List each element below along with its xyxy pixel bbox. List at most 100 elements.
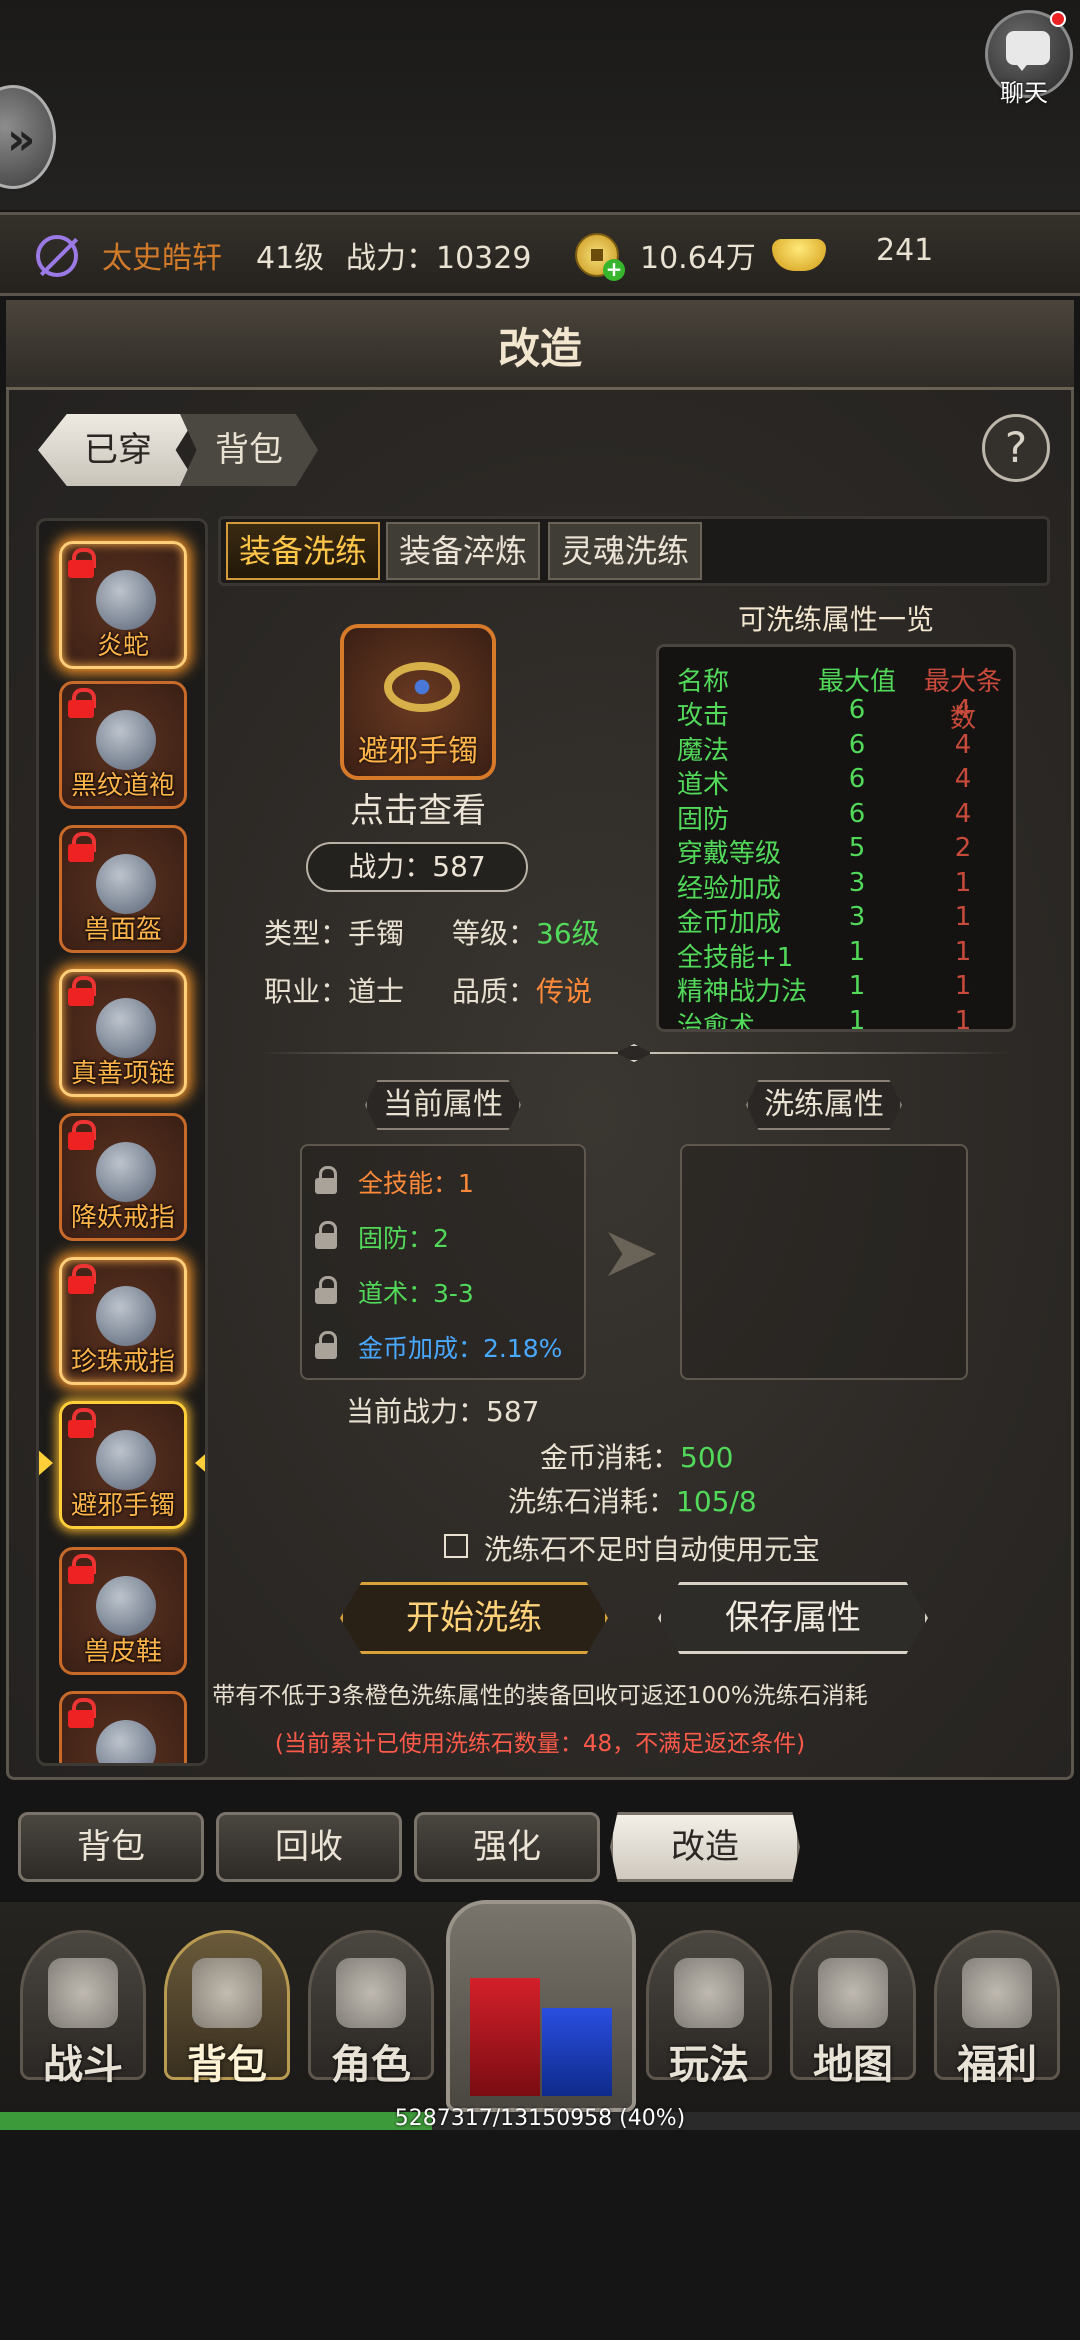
attr-max: 5 xyxy=(848,833,866,863)
equipment-icon xyxy=(96,854,156,914)
equipment-icon xyxy=(96,1286,156,1346)
panel-title: 改造 xyxy=(497,324,582,373)
item-job: 职业：道士 xyxy=(264,970,404,1010)
attr-table-title: 可洗练属性一览 xyxy=(737,603,934,636)
add-gold-icon[interactable]: + xyxy=(603,259,625,281)
nav-play[interactable]: 玩法 xyxy=(644,1930,774,2108)
equipment-slot[interactable]: 兽面盔 xyxy=(59,825,187,953)
attr-max-count: 4 xyxy=(954,764,972,794)
equipment-slot[interactable]: 真善项链 xyxy=(59,969,187,1097)
nav-role[interactable]: 角色 xyxy=(306,1930,436,2108)
save-attr-button[interactable]: 保存属性 xyxy=(658,1582,928,1654)
tab-bottom-reforge[interactable]: 改造 xyxy=(610,1812,800,1882)
attr-max: 6 xyxy=(848,798,866,829)
attr-max-count: 1 xyxy=(954,1005,972,1032)
lock-toggle-icon[interactable] xyxy=(314,1331,340,1361)
type-value: 手镯 xyxy=(348,917,405,950)
equipment-slot[interactable]: 炎蛇 xyxy=(59,541,187,669)
tab-bag[interactable]: 背包 xyxy=(180,414,318,486)
sword-icon xyxy=(674,1958,744,2028)
attr-max: 6 xyxy=(848,729,866,760)
attr-max-count: 1 xyxy=(954,867,972,898)
quality-label: 品质： xyxy=(452,975,537,1008)
character-crest-icon xyxy=(336,1958,406,2028)
attr-table-row: 固防 6 4 xyxy=(677,798,1007,835)
nav-battle-label: 战斗 xyxy=(43,2042,123,2088)
view-hint[interactable]: 点击查看 xyxy=(300,783,536,832)
selected-item-icon[interactable]: 避邪手镯 xyxy=(340,624,496,780)
gold-amount: 10.64万 xyxy=(640,241,756,276)
equipment-name: 黑纹道袍 xyxy=(70,771,175,801)
ingot-icon xyxy=(772,239,826,271)
attr-table[interactable]: 名称 最大值 最大条数 攻击 6 4 魔法 6 4 道术 6 4 固防 6 4 穿戴等级 5 2 经验加成 3 1… xyxy=(656,644,1016,1032)
attr-max: 3 xyxy=(848,902,866,932)
attr-max-count: 4 xyxy=(954,729,972,760)
attr-max-count: 4 xyxy=(954,798,972,829)
attr-max: 1 xyxy=(848,971,866,1001)
equipment-slot[interactable]: 降妖戒指 xyxy=(59,1113,187,1241)
chat-button[interactable]: 聊天 xyxy=(985,10,1073,107)
job-label: 职业： xyxy=(264,975,349,1008)
tab-bottom-enhance[interactable]: 强化 xyxy=(414,1812,600,1882)
item-type: 类型：手镯 xyxy=(264,912,404,952)
equipment-slot[interactable]: 避邪手镯 xyxy=(59,1401,187,1529)
lock-toggle-icon[interactable] xyxy=(314,1276,340,1306)
lock-icon xyxy=(66,688,96,718)
lock-icon xyxy=(66,832,96,862)
double-chevron-icon: » xyxy=(7,114,36,165)
player-name: 太史皓轩 xyxy=(102,241,222,276)
tab-bottom-recycle[interactable]: 回收 xyxy=(216,1812,402,1882)
nav-welfare[interactable]: 福利 xyxy=(932,1930,1062,2108)
lock-toggle-icon[interactable] xyxy=(314,1221,340,1251)
current-attr-title-text: 当前属性 xyxy=(365,1080,521,1130)
nav-battle[interactable]: 战斗 xyxy=(18,1930,148,2108)
lock-toggle-icon[interactable] xyxy=(314,1166,340,1196)
attr-name: 穿戴等级 xyxy=(677,839,782,869)
nav-welfare-label: 福利 xyxy=(957,2042,1037,2088)
attr-table-row: 全技能+1 1 1 xyxy=(677,937,1007,973)
auto-use-label[interactable]: 洗练石不足时自动使用元宝 xyxy=(484,1528,820,1568)
nav-map[interactable]: 地图 xyxy=(788,1930,918,2108)
tab-worn[interactable]: 已穿 xyxy=(38,414,198,486)
equipment-icon xyxy=(96,710,156,770)
equipment-slot[interactable]: 珍珠戒指 xyxy=(59,1257,187,1385)
equipment-slot[interactable]: 兽皮鞋 xyxy=(59,1547,187,1675)
gold-cost-value: 500 xyxy=(680,1441,734,1474)
lock-icon xyxy=(66,976,96,1006)
stone-cost-value: 105/8 xyxy=(676,1485,757,1518)
equipment-name: 真善项链 xyxy=(70,1059,175,1089)
nav-bag[interactable]: 背包 xyxy=(162,1930,292,2108)
crossed-swords-icon xyxy=(48,1958,118,2028)
player-level: 41级 xyxy=(256,241,325,276)
selected-item-name: 避邪手镯 xyxy=(358,734,478,769)
hp-mp-orb xyxy=(446,1900,636,2112)
tab-soul-wash[interactable]: 灵魂洗练 xyxy=(548,522,702,580)
gold-cost: 金币消耗：500 xyxy=(540,1436,733,1476)
tab-equip-wash[interactable]: 装备洗练 xyxy=(226,522,380,580)
auto-use-checkbox[interactable] xyxy=(444,1534,468,1558)
attr-max-count: 4 xyxy=(954,695,972,725)
attr-name: 精神战力法 xyxy=(677,977,808,1007)
start-wash-button[interactable]: 开始洗练 xyxy=(340,1582,608,1654)
tab-equip-temper[interactable]: 装备淬炼 xyxy=(386,522,540,580)
equipment-list[interactable]: 炎蛇黑纹道袍兽面盔真善项链降妖戒指珍珠戒指避邪手镯兽皮鞋 xyxy=(36,518,208,1766)
player-power: 战力：10329 xyxy=(346,241,532,276)
current-attr-text: 全技能：1 xyxy=(358,1169,474,1198)
map-icon xyxy=(818,1958,888,2028)
nav-bag-label: 背包 xyxy=(187,2042,267,2088)
equipment-name: 避邪手镯 xyxy=(70,1491,175,1521)
item-level: 等级：36级 xyxy=(452,912,600,952)
attr-max-count: 1 xyxy=(954,902,972,932)
equipment-slot[interactable]: 黑纹道袍 xyxy=(59,681,187,809)
selected-arrow-left-icon xyxy=(39,1449,53,1477)
current-attr-title: 当前属性 xyxy=(300,1080,586,1130)
tab-bottom-bag[interactable]: 背包 xyxy=(18,1812,204,1882)
attr-name: 全技能+1 xyxy=(677,942,794,973)
lock-icon xyxy=(66,1408,96,1438)
current-attr-text: 金币加成：2.18% xyxy=(358,1334,563,1363)
mp-gauge xyxy=(542,2008,612,2096)
help-icon[interactable]: ? xyxy=(982,414,1050,482)
current-attr-box: 全技能：1 固防：2 道术：3-3 金币加成：2.18% xyxy=(300,1144,586,1380)
selected-arrow-right-icon xyxy=(195,1449,205,1477)
notification-dot xyxy=(1050,11,1066,27)
